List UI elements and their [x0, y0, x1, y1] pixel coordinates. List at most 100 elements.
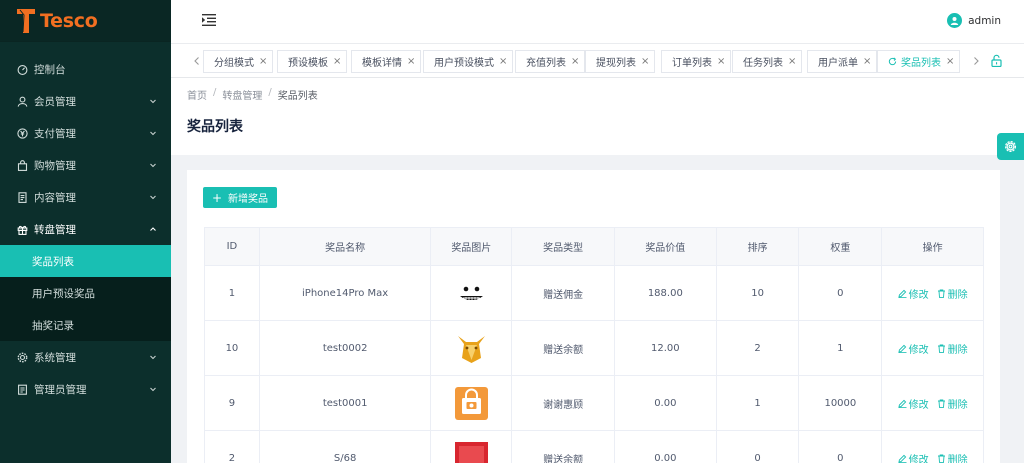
row-value-cell: 0.00 — [615, 431, 717, 463]
delete-button[interactable]: 删除 — [937, 341, 968, 356]
column-header: 奖品价值 — [615, 228, 717, 265]
admin-icon-glyph — [18, 384, 27, 395]
sidebar-subitem[interactable]: 用户预设奖品 — [0, 277, 171, 309]
column-header: 权重 — [799, 228, 883, 265]
row-value: 0.00 — [654, 452, 677, 463]
row-sort: 10 — [751, 287, 764, 299]
row-name: iPhone14Pro Max — [302, 287, 389, 299]
settings-button[interactable] — [997, 133, 1024, 160]
row-name-cell: S/68 — [260, 431, 432, 463]
sidebar-subitem[interactable]: 奖品列表 — [0, 245, 171, 277]
delete-button[interactable]: 删除 — [937, 451, 968, 463]
tab-4[interactable]: 用户预设模式 × — [423, 50, 514, 73]
chevron-down-icon — [150, 99, 156, 104]
breadcrumb: 首页 / 转盘管理 / 奖品列表 — [187, 87, 318, 102]
tab-1[interactable]: 分组模式 × — [203, 50, 274, 73]
chevron-down-icon — [150, 355, 156, 360]
close-icon[interactable]: × — [863, 56, 871, 67]
close-icon[interactable]: × — [571, 56, 579, 67]
edit-button[interactable]: 修改 — [898, 396, 929, 411]
table-row: 2 S/68 赠送余额 0.00 0 0 修改 删除 — [205, 431, 983, 463]
add-prize-button[interactable]: + 新增奖品 — [203, 187, 277, 208]
tabs-scroll-right-icon[interactable] — [971, 56, 981, 66]
tab-6[interactable]: 提现列表 × — [585, 50, 656, 73]
sidebar-item-admin[interactable]: 管理员管理 — [0, 373, 171, 405]
lock-icon[interactable] — [991, 54, 1002, 67]
tab-9[interactable]: 用户派单 × — [807, 50, 878, 73]
edit-button[interactable]: 修改 — [898, 286, 929, 301]
brand-name: Tesco — [40, 9, 98, 32]
tab-7[interactable]: 订单列表 × — [661, 50, 732, 73]
sidebar-item-gear[interactable]: 系统管理 — [0, 341, 171, 373]
menu-fold-icon[interactable] — [202, 14, 216, 26]
delete-label: 删除 — [947, 289, 968, 301]
row-id: 10 — [225, 342, 239, 354]
top-header: admin — [171, 0, 1024, 44]
row-value: 0.00 — [654, 397, 677, 409]
user-avatar-icon — [947, 13, 963, 28]
row-actions-cell: 修改 删除 — [882, 376, 983, 430]
tab-10[interactable]: 奖品列表 × — [877, 50, 961, 73]
row-weight: 1 — [837, 342, 844, 354]
row-sort-cell: 1 — [717, 376, 800, 430]
row-weight: 0 — [837, 452, 844, 463]
close-icon[interactable]: × — [946, 56, 954, 67]
close-icon[interactable]: × — [407, 56, 415, 67]
row-actions: 修改 删除 — [898, 451, 968, 463]
sidebar-subitem[interactable]: 抽奖记录 — [0, 309, 171, 341]
tab-3[interactable]: 模板详情 × — [351, 50, 422, 73]
close-icon[interactable]: × — [641, 56, 649, 67]
sidebar-item-yen[interactable]: 支付管理 — [0, 117, 171, 149]
bull-logo-icon — [454, 331, 488, 365]
column-header: 操作 — [922, 243, 943, 254]
bull-logo-icon-art — [454, 331, 488, 365]
sidebar-item-dashboard[interactable]: 控制台 — [0, 53, 171, 85]
table-row: 1 iPhone14Pro Max 赠送佣金 188.00 10 0 修改 删除 — [205, 266, 983, 321]
sidebar-item-bag[interactable]: 购物管理 — [0, 149, 171, 181]
delete-label: 删除 — [947, 344, 968, 356]
row-id-cell: 10 — [205, 321, 260, 375]
tab-5[interactable]: 充值列表 × — [515, 50, 586, 73]
gift-icon-glyph — [17, 225, 28, 235]
close-icon[interactable]: × — [333, 56, 341, 67]
column-header: 奖品类型 — [512, 228, 615, 265]
refresh-icon — [888, 57, 897, 66]
row-sort-cell: 2 — [717, 321, 800, 375]
close-icon[interactable]: × — [788, 56, 796, 67]
delete-button[interactable]: 删除 — [937, 396, 968, 411]
breadcrumb-item[interactable]: 转盘管理 — [222, 87, 262, 102]
delete-button[interactable]: 删除 — [937, 286, 968, 301]
row-type-cell: 赠送余额 — [512, 321, 615, 375]
sidebar-item-user[interactable]: 会员管理 — [0, 85, 171, 117]
sidebar-item-label: 控制台 — [34, 63, 66, 76]
prize-image-cell — [431, 321, 513, 375]
close-icon[interactable]: × — [259, 56, 267, 67]
row-id-cell: 9 — [205, 376, 260, 430]
row-id: 2 — [228, 452, 236, 463]
breadcrumb-item[interactable]: 首页 — [187, 87, 207, 102]
edit-label: 修改 — [908, 399, 929, 411]
edit-label: 修改 — [908, 454, 929, 463]
tab-label: 奖品列表 — [901, 58, 941, 69]
row-sort: 1 — [754, 397, 761, 409]
sidebar-item-label: 转盘管理 — [34, 223, 76, 236]
document-icon — [17, 191, 28, 203]
row-id-cell: 2 — [205, 431, 260, 463]
edit-button[interactable]: 修改 — [898, 451, 929, 463]
tab-8[interactable]: 任务列表 × — [732, 50, 803, 73]
close-icon[interactable]: × — [499, 56, 507, 67]
tabs-scroll-left-icon[interactable] — [192, 56, 202, 66]
row-value: 188.00 — [647, 287, 683, 299]
sidebar-item-document[interactable]: 内容管理 — [0, 181, 171, 213]
brand-logo[interactable]: Tesco — [0, 0, 171, 42]
sidebar-item-gift[interactable]: 转盘管理 — [0, 213, 171, 245]
prize-image-cell — [431, 431, 513, 463]
row-type-cell: 赠送余额 — [512, 431, 615, 463]
close-icon[interactable]: × — [717, 56, 725, 67]
chevron-down-icon — [150, 163, 156, 168]
row-actions-cell: 修改 删除 — [882, 321, 983, 375]
user-menu[interactable]: admin — [947, 13, 1001, 28]
edit-button[interactable]: 修改 — [898, 341, 929, 356]
tab-2[interactable]: 预设模板 × — [277, 50, 348, 73]
row-type: 赠送余额 — [543, 454, 584, 463]
